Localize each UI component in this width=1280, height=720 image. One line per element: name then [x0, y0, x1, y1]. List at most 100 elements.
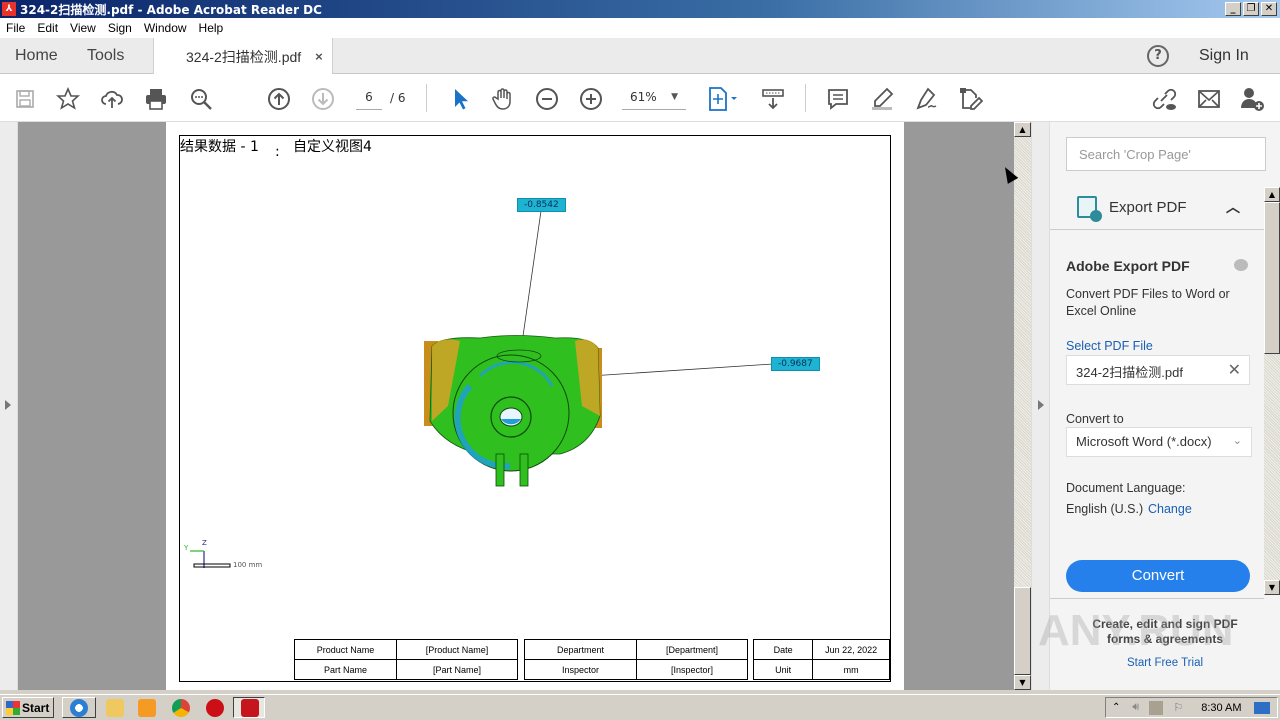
- taskbar-acrobat-button[interactable]: [233, 697, 265, 718]
- select-cursor-icon[interactable]: [447, 86, 473, 112]
- close-button[interactable]: ✕: [1261, 2, 1277, 16]
- promo-section: Create, edit and sign PDF forms & agreem…: [1050, 598, 1264, 690]
- chrome-icon[interactable]: [172, 699, 190, 717]
- y-axis-label: Y: [184, 544, 189, 552]
- zoom-out-icon[interactable]: [534, 86, 560, 112]
- volume-icon[interactable]: 🔊︎: [1132, 701, 1139, 714]
- menu-window[interactable]: Window: [138, 21, 193, 35]
- fill-sign-icon[interactable]: [957, 86, 983, 112]
- scroll-up-button[interactable]: ▲: [1014, 122, 1031, 137]
- print-icon[interactable]: [143, 86, 169, 112]
- sign-in-link[interactable]: Sign In: [1199, 47, 1249, 65]
- tab-document[interactable]: 324-2扫描检测.pdf ×: [153, 38, 333, 75]
- next-page-icon[interactable]: [310, 86, 336, 112]
- find-icon[interactable]: [188, 86, 214, 112]
- leader-line-2: [589, 363, 774, 377]
- select-pdf-file-link[interactable]: Select PDF File: [1066, 339, 1153, 353]
- cell-value: mm: [812, 659, 890, 680]
- start-free-trial-link[interactable]: Start Free Trial: [1080, 657, 1250, 669]
- convert-to-label: Convert to: [1066, 412, 1124, 426]
- bookmark-star-icon[interactable]: [55, 86, 81, 112]
- opera-icon[interactable]: [206, 699, 224, 717]
- add-user-icon[interactable]: [1239, 86, 1265, 112]
- tools-search-input[interactable]: Search 'Crop Page': [1066, 137, 1266, 171]
- menu-bar: File Edit View Sign Window Help: [0, 18, 1280, 38]
- tab-tools[interactable]: Tools: [87, 47, 124, 65]
- info-table-date: Date Jun 22, 2022 Unit mm: [752, 639, 890, 680]
- start-button[interactable]: Start: [2, 697, 54, 718]
- help-icon[interactable]: ?: [1147, 45, 1169, 67]
- menu-view[interactable]: View: [64, 21, 102, 35]
- restore-button[interactable]: ❐: [1243, 2, 1259, 16]
- cell-label: Part Name: [294, 659, 397, 680]
- cell-value: [Inspector]: [636, 659, 748, 680]
- clock[interactable]: 8:30 AM: [1201, 702, 1241, 714]
- pane-scroll-down-button[interactable]: ▼: [1264, 580, 1280, 595]
- document-viewer[interactable]: 结果数据 - 1 : 自定义视图4 -0.8542 -0.9687 Y Z 10…: [18, 122, 1014, 690]
- minimize-button[interactable]: _: [1225, 2, 1241, 16]
- export-heading: Adobe Export PDF: [1066, 258, 1190, 274]
- windows-logo-icon: [6, 700, 20, 715]
- page-total: / 6: [390, 91, 406, 105]
- zoom-level-select[interactable]: 61% ▼: [622, 90, 686, 110]
- prev-page-icon[interactable]: [266, 86, 292, 112]
- tools-pane: Search 'Crop Page' Export PDF ︿ Adobe Ex…: [1049, 122, 1280, 690]
- convert-format-value: Microsoft Word (*.docx): [1076, 434, 1212, 449]
- save-icon[interactable]: [12, 86, 38, 112]
- comment-icon[interactable]: [825, 86, 851, 112]
- pane-scroll-up-button[interactable]: ▲: [1264, 187, 1280, 202]
- left-pane-toggle[interactable]: [0, 122, 18, 690]
- selected-file-field[interactable]: 324-2扫描检测.pdf ✕: [1066, 355, 1250, 385]
- page-number-input[interactable]: 6: [356, 90, 382, 110]
- document-language-label: Document Language:: [1066, 481, 1186, 495]
- email-icon[interactable]: [1196, 86, 1222, 112]
- document-language-value: English (U.S.): [1066, 502, 1144, 516]
- upload-cloud-icon[interactable]: [99, 86, 125, 112]
- scroll-down-button[interactable]: ▼: [1014, 675, 1031, 690]
- expand-left-icon: [5, 400, 11, 410]
- scroll-mode-icon[interactable]: [760, 86, 786, 112]
- ie-icon: [70, 699, 88, 717]
- menu-help[interactable]: Help: [193, 21, 230, 35]
- action-center-flag-icon[interactable]: ⚐: [1173, 701, 1183, 714]
- cell-label: Unit: [752, 659, 814, 680]
- show-desktop-icon[interactable]: [1253, 701, 1270, 714]
- cell-value: [Part Name]: [396, 659, 518, 680]
- convert-format-select[interactable]: Microsoft Word (*.docx) ⌄: [1066, 427, 1252, 457]
- tools-pane-scrollbar[interactable]: ▲ ▼: [1264, 187, 1280, 595]
- fit-page-icon[interactable]: [706, 86, 740, 112]
- media-player-icon[interactable]: [138, 699, 156, 717]
- hand-icon[interactable]: [490, 86, 516, 112]
- zoom-in-icon[interactable]: [578, 86, 604, 112]
- document-scrollbar[interactable]: ▲ ▼: [1014, 122, 1031, 690]
- remove-file-icon[interactable]: ✕: [1228, 360, 1241, 380]
- share-link-icon[interactable]: [1151, 86, 1177, 112]
- export-pdf-body: Adobe Export PDF Convert PDF Files to Wo…: [1050, 231, 1264, 597]
- acrobat-icon: [241, 699, 259, 717]
- menu-file[interactable]: File: [0, 21, 31, 35]
- menu-edit[interactable]: Edit: [31, 21, 64, 35]
- scroll-thumb[interactable]: [1014, 587, 1031, 675]
- tab-home[interactable]: Home: [15, 47, 58, 65]
- right-pane-toggle[interactable]: [1031, 122, 1049, 690]
- change-language-link[interactable]: Change: [1148, 502, 1192, 516]
- toolbar-separator: [805, 84, 806, 112]
- pane-scroll-thumb[interactable]: [1264, 202, 1280, 354]
- chevron-down-icon: ▼: [671, 92, 678, 102]
- document-tab-label: 324-2扫描检测.pdf: [186, 48, 302, 65]
- highlight-icon[interactable]: [869, 86, 895, 112]
- convert-button[interactable]: Convert: [1066, 560, 1250, 592]
- cell-label: Date: [752, 639, 814, 660]
- selected-file-name: 324-2扫描检测.pdf: [1076, 365, 1183, 380]
- menu-sign[interactable]: Sign: [102, 21, 138, 35]
- export-pdf-header[interactable]: Export PDF ︿: [1050, 184, 1264, 230]
- close-tab-icon[interactable]: ×: [315, 49, 323, 64]
- toolbar-separator: [426, 84, 427, 112]
- show-hidden-icons[interactable]: ⌃: [1112, 702, 1120, 713]
- quick-launch-ie[interactable]: [62, 697, 96, 718]
- export-pdf-icon: [1077, 196, 1102, 222]
- chevron-up-icon[interactable]: ︿: [1226, 197, 1240, 217]
- network-warning-icon[interactable]: [1149, 700, 1164, 715]
- file-explorer-icon[interactable]: [106, 699, 124, 717]
- sign-icon[interactable]: [913, 86, 939, 112]
